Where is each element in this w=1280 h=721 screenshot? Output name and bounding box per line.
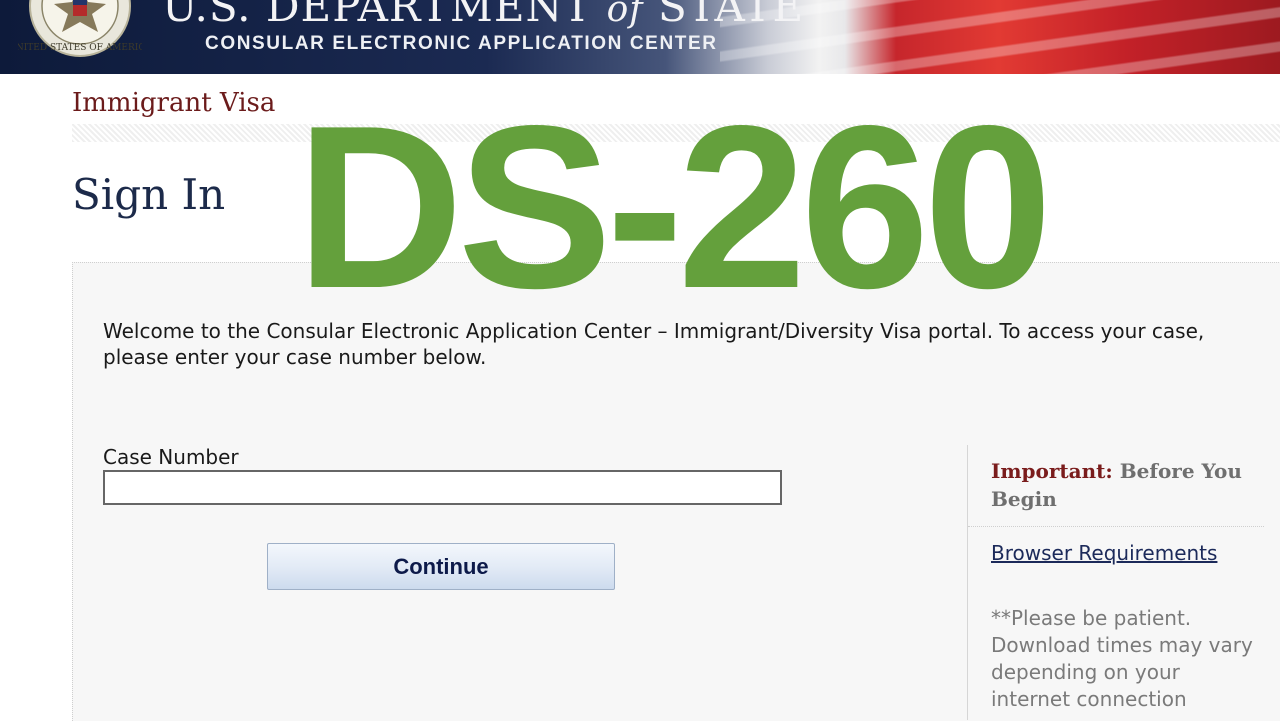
seal-text: UNITED STATES OF AMERICA [18, 43, 142, 53]
browser-requirements-link[interactable]: Browser Requirements [991, 541, 1217, 565]
important-label: Important: [991, 459, 1113, 483]
department-title: U.S. DEPARTMENT of STATE [162, 0, 804, 31]
case-number-input[interactable] [103, 470, 782, 505]
ds-260-overlay-title: DS-260 [296, 78, 1053, 337]
page-title: Sign In [72, 170, 226, 219]
patient-note: **Please be patient. Download times may … [991, 606, 1253, 711]
sidebar-separator [968, 526, 1264, 527]
visa-type-heading: Immigrant Visa [72, 88, 276, 118]
case-number-label: Case Number [103, 445, 239, 469]
important-heading: Important: Before You Begin [991, 457, 1251, 513]
department-suffix: STATE [643, 0, 805, 31]
sidebar-divider [967, 445, 968, 720]
department-prefix: U.S. DEPARTMENT [162, 0, 607, 31]
header-banner: UNITED STATES OF AMERICA U.S. DEPARTMENT… [0, 0, 1280, 74]
continue-button[interactable]: Continue [267, 543, 615, 590]
banner-subtitle: CONSULAR ELECTRONIC APPLICATION CENTER [205, 33, 718, 54]
state-department-seal-icon: UNITED STATES OF AMERICA [18, 0, 142, 57]
department-of: of [606, 0, 644, 30]
